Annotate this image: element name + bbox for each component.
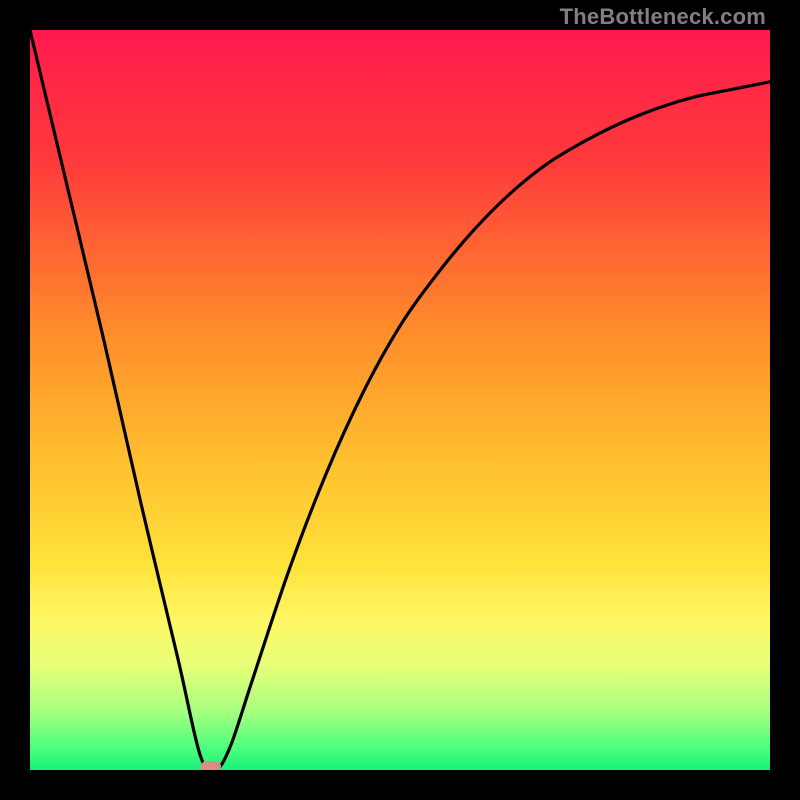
optimal-marker: [201, 761, 221, 770]
bottleneck-curve: [30, 30, 770, 770]
plot-area: [30, 30, 770, 770]
watermark-text: TheBottleneck.com: [560, 4, 766, 30]
chart-frame: TheBottleneck.com: [0, 0, 800, 800]
